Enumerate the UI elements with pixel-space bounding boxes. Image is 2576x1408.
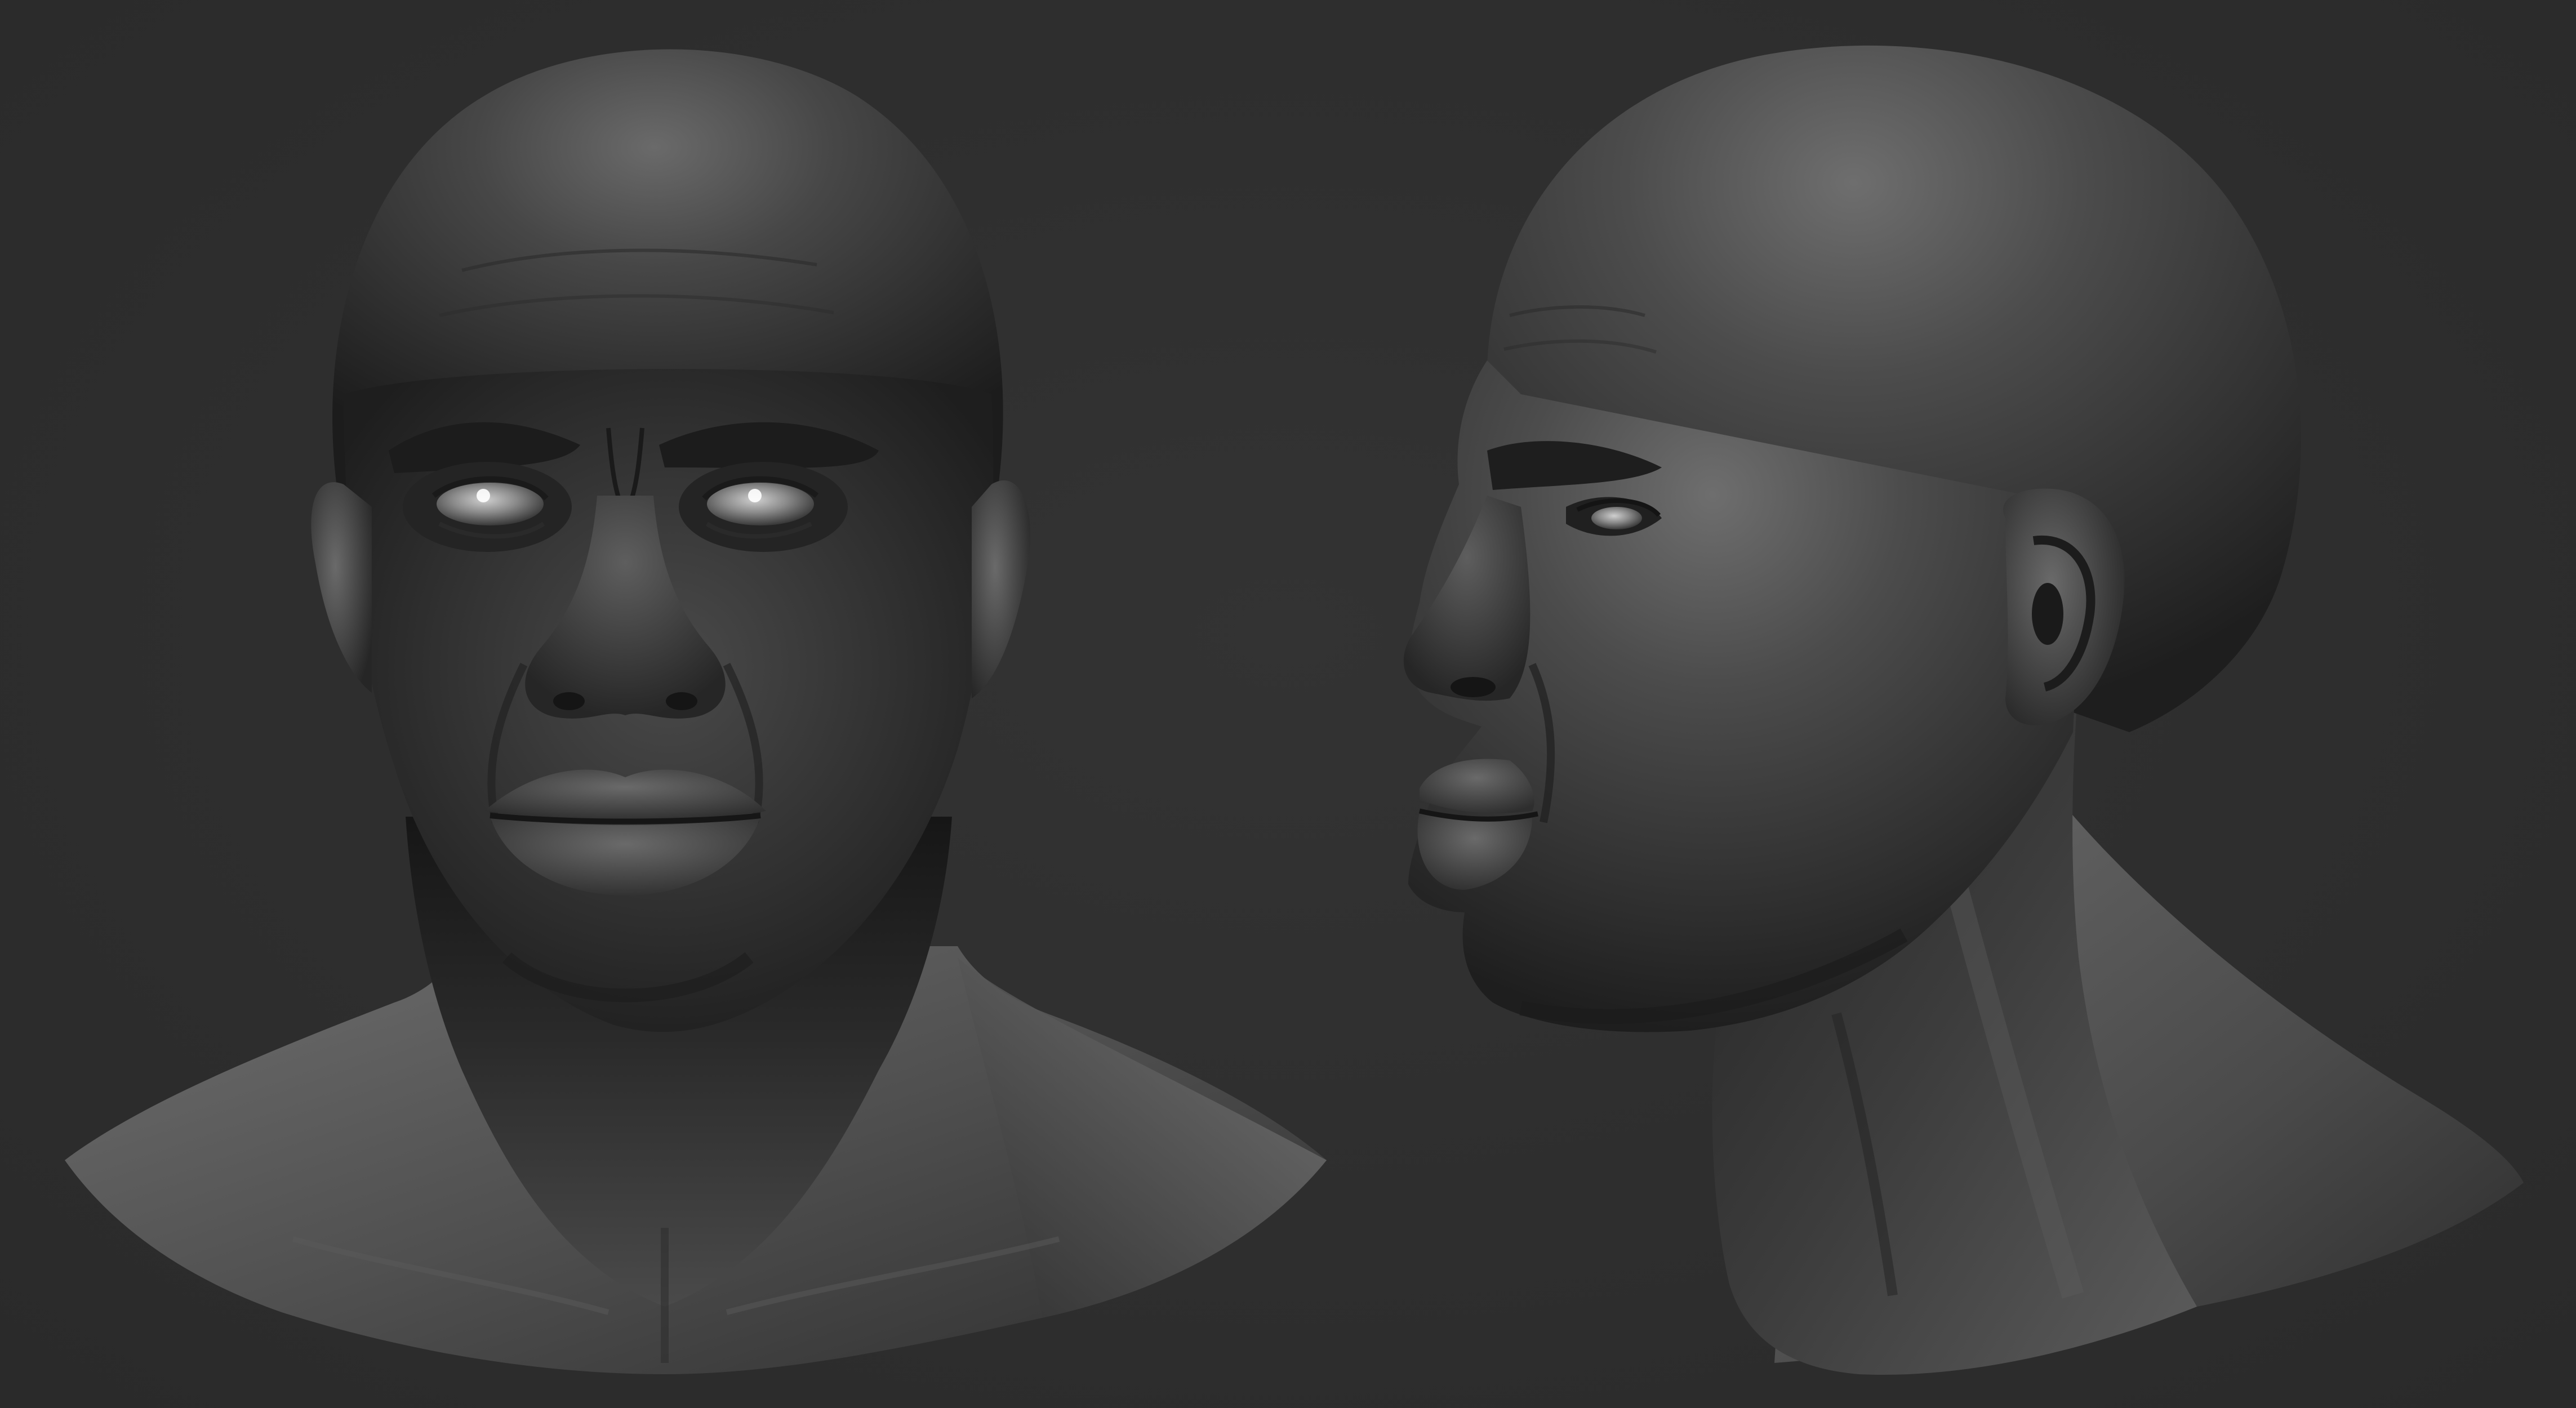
profile-eye: [1591, 507, 1642, 529]
front-bust: [65, 49, 1327, 1374]
front-eye-right: [707, 483, 814, 525]
profile-upper-lip: [1420, 759, 1534, 813]
profile-bust: [1403, 45, 2524, 1375]
sculpt-render: [65, 45, 2524, 1375]
front-ear-left: [311, 482, 372, 693]
render-canvas: [0, 0, 2576, 1408]
front-eye-left: [437, 483, 544, 525]
front-ear-right: [972, 480, 1030, 698]
